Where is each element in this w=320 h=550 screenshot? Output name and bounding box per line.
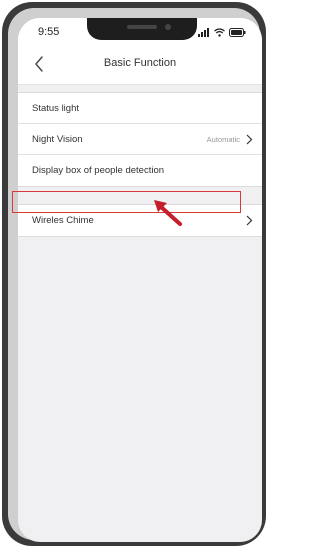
notch (87, 18, 197, 40)
status-time: 9:55 (38, 26, 60, 38)
chevron-right-icon (246, 215, 253, 226)
battery-icon (229, 27, 246, 37)
setting-label: Display box of people detection (32, 165, 165, 176)
chevron-right-icon (246, 134, 253, 145)
setting-status-light[interactable]: Status light (18, 93, 262, 124)
setting-label: Wireles Chime (32, 215, 94, 226)
app-screen: 9:55 Basic Function Status light Night V… (18, 18, 262, 542)
annotation-arrow-icon (154, 200, 182, 226)
front-camera (165, 24, 171, 30)
setting-label: Status light (32, 103, 79, 114)
nav-header: Basic Function (18, 44, 262, 85)
setting-night-vision[interactable]: Night Vision Automatic (18, 124, 262, 155)
wifi-icon (214, 27, 225, 37)
setting-value: Automatic (206, 135, 240, 144)
phone-frame: 9:55 Basic Function Status light Night V… (2, 2, 266, 546)
phone-bezel: 9:55 Basic Function Status light Night V… (8, 8, 262, 542)
status-icons (198, 27, 246, 37)
page-title: Basic Function (103, 57, 177, 69)
speaker (127, 25, 157, 29)
setting-display-box-people-detection[interactable]: Display box of people detection (18, 155, 262, 186)
setting-label: Night Vision (32, 134, 83, 145)
highlight-box (12, 191, 241, 213)
settings-group-basic: Status light Night Vision Automatic Disp… (18, 92, 262, 187)
signal-icon (198, 27, 209, 37)
